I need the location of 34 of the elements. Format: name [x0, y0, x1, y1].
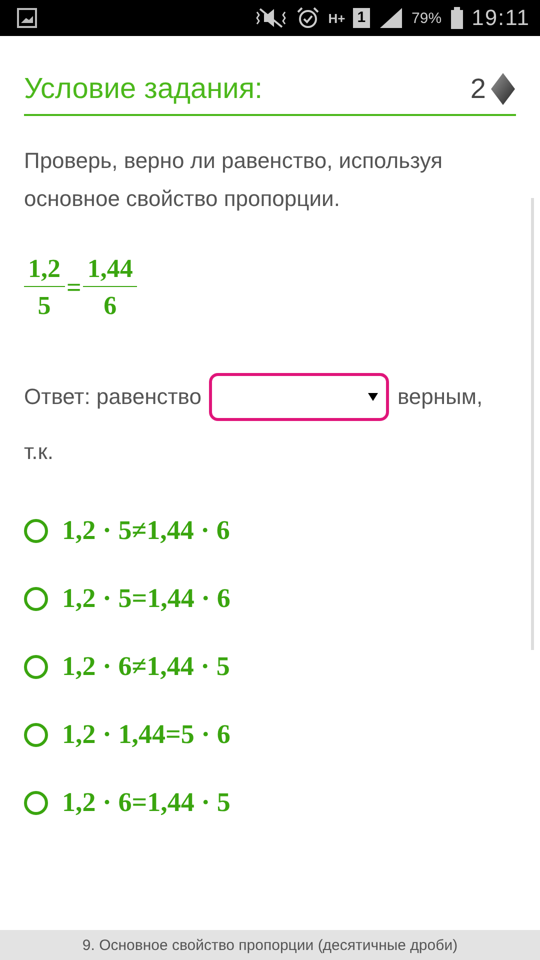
section-title: Условие задания: — [24, 72, 264, 106]
network-type: H+ — [328, 10, 346, 26]
clock-time: 19:11 — [472, 5, 530, 31]
radio-button[interactable] — [24, 586, 48, 610]
points-value: 2 — [470, 73, 486, 105]
radio-button[interactable] — [24, 518, 48, 542]
diamond-icon — [490, 72, 516, 106]
option-text: 1,2 · 6=1,44 · 5 — [62, 787, 230, 818]
answer-label: Ответ: равенство — [24, 384, 202, 410]
option-text: 1,2 · 6≠1,44 · 5 — [62, 651, 230, 682]
answer-dropdown[interactable] — [209, 373, 390, 421]
mute-icon — [254, 6, 288, 30]
alarm-icon — [296, 6, 320, 30]
topic-title: 9. Основное свойство пропорции (десятичные дроби) — [82, 936, 458, 954]
image-icon — [16, 7, 38, 29]
option-text: 1,2 · 5=1,44 · 6 — [62, 583, 230, 614]
answer-suffix: верным, — [397, 384, 483, 410]
option-text: 1,2 · 1,44=5 · 6 — [62, 719, 230, 750]
fraction-numerator: 1,2 — [24, 254, 64, 287]
option-text: 1,2 · 5≠1,44 · 6 — [62, 515, 230, 546]
answer-continuation: т.к. — [24, 439, 54, 465]
fraction-denominator: 5 — [38, 290, 51, 321]
equals-sign: = — [66, 272, 82, 302]
task-text: Проверь, верно ли равенство, используя основное свойство пропорции. — [24, 147, 444, 213]
battery-percent: 79% — [412, 10, 442, 26]
radio-button[interactable] — [24, 654, 48, 678]
sim-badge: 1 — [353, 8, 370, 28]
signal-icon — [378, 6, 404, 30]
fraction-denominator: 6 — [104, 290, 117, 321]
caret-icon — [368, 393, 378, 401]
radio-button[interactable] — [24, 722, 48, 746]
battery-icon — [450, 6, 464, 30]
fraction-numerator: 1,44 — [83, 254, 137, 287]
radio-button[interactable] — [24, 790, 48, 814]
